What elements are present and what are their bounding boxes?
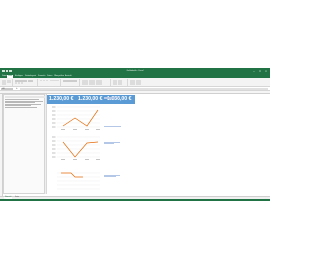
fx-icon[interactable]: fx (16, 88, 17, 90)
window-title: Geldtabelle - Excel (126, 69, 144, 72)
sort-filter-icon[interactable] (130, 79, 135, 85)
chart-1-caption (104, 125, 121, 127)
cells-group (112, 79, 128, 86)
panel-divider[interactable] (45, 94, 47, 194)
chart-1-plot (52, 106, 100, 130)
font-group (14, 79, 38, 86)
chart-2-gridlines (57, 136, 100, 158)
clipboard-group (1, 79, 13, 86)
side-panel-line (5, 99, 39, 100)
side-panel-line (5, 102, 35, 103)
chart-2-plot (52, 136, 100, 160)
status-bar: Bereit 100 % (0, 199, 270, 201)
side-panel (3, 94, 45, 194)
chart-1-series-line (62, 109, 99, 127)
italic-icon[interactable] (18, 82, 20, 84)
align-center-icon[interactable] (43, 79, 45, 82)
chart-2-y-ticks (52, 136, 56, 158)
chart-1-x-ticks (61, 129, 100, 130)
kpi-banner: 1.230,00 € 1.230,00 € 1.230,00 € (47, 94, 135, 104)
paste-icon[interactable] (2, 79, 6, 85)
chart-3-plot (57, 172, 100, 190)
underline-icon[interactable] (21, 82, 23, 84)
styles-group (81, 79, 111, 86)
chart-1-y-ticks (52, 106, 56, 128)
font-size-select[interactable] (28, 79, 33, 82)
kpi-value-2: 1.230,00 € (78, 95, 103, 102)
editing-group (129, 79, 143, 86)
align-right-icon[interactable] (46, 79, 48, 82)
note-line (104, 142, 115, 144)
align-left-icon[interactable] (40, 79, 42, 82)
chart-2[interactable] (51, 135, 101, 162)
side-panel-line (5, 100, 43, 102)
insert-cells-icon[interactable] (113, 79, 117, 85)
chart-3-series-line (61, 172, 83, 178)
number-group (62, 79, 80, 86)
chart-1-note (104, 96, 120, 99)
chart-1[interactable] (51, 105, 101, 132)
note-line (104, 175, 116, 177)
cell-styles-icon[interactable] (96, 79, 102, 85)
copy-icon[interactable] (7, 81, 11, 83)
chart-3-note (104, 174, 120, 177)
note-line (104, 97, 116, 99)
conditional-format-icon[interactable] (82, 79, 88, 85)
ribbon (0, 78, 270, 87)
zoom-level[interactable]: 100 % (264, 199, 268, 200)
chart-3[interactable] (51, 171, 101, 191)
chart-2-series-line (62, 141, 99, 158)
bold-icon[interactable] (15, 82, 17, 84)
worksheet-grid[interactable]: 1.230,00 € 1.230,00 € 1.230,00 € (0, 91, 270, 196)
close-button[interactable]: × (264, 69, 268, 73)
excel-window: Geldtabelle - Excel – □ × Datei Start Ei… (0, 68, 270, 201)
minimize-button[interactable]: – (252, 69, 256, 73)
note-line (104, 125, 121, 127)
side-panel-line (5, 103, 41, 105)
chart-3-gridlines (57, 172, 100, 190)
formula-input[interactable] (20, 87, 268, 91)
chart-2-x-ticks (61, 159, 100, 160)
find-select-icon[interactable] (136, 79, 141, 85)
maximize-button[interactable]: □ (258, 69, 262, 73)
name-box[interactable]: A1 (1, 87, 13, 91)
side-panel-line (5, 106, 37, 108)
format-table-icon[interactable] (89, 79, 95, 85)
chart-2-note (104, 141, 120, 144)
number-format-select[interactable] (63, 79, 77, 82)
wrap-text-button[interactable] (50, 79, 59, 82)
side-panel-line (5, 105, 31, 106)
alignment-group (39, 79, 61, 86)
delete-cells-icon[interactable] (118, 79, 122, 85)
status-text: Bereit (2, 199, 6, 201)
kpi-value-1: 1.230,00 € (49, 95, 74, 102)
side-panel-header (4, 95, 45, 98)
